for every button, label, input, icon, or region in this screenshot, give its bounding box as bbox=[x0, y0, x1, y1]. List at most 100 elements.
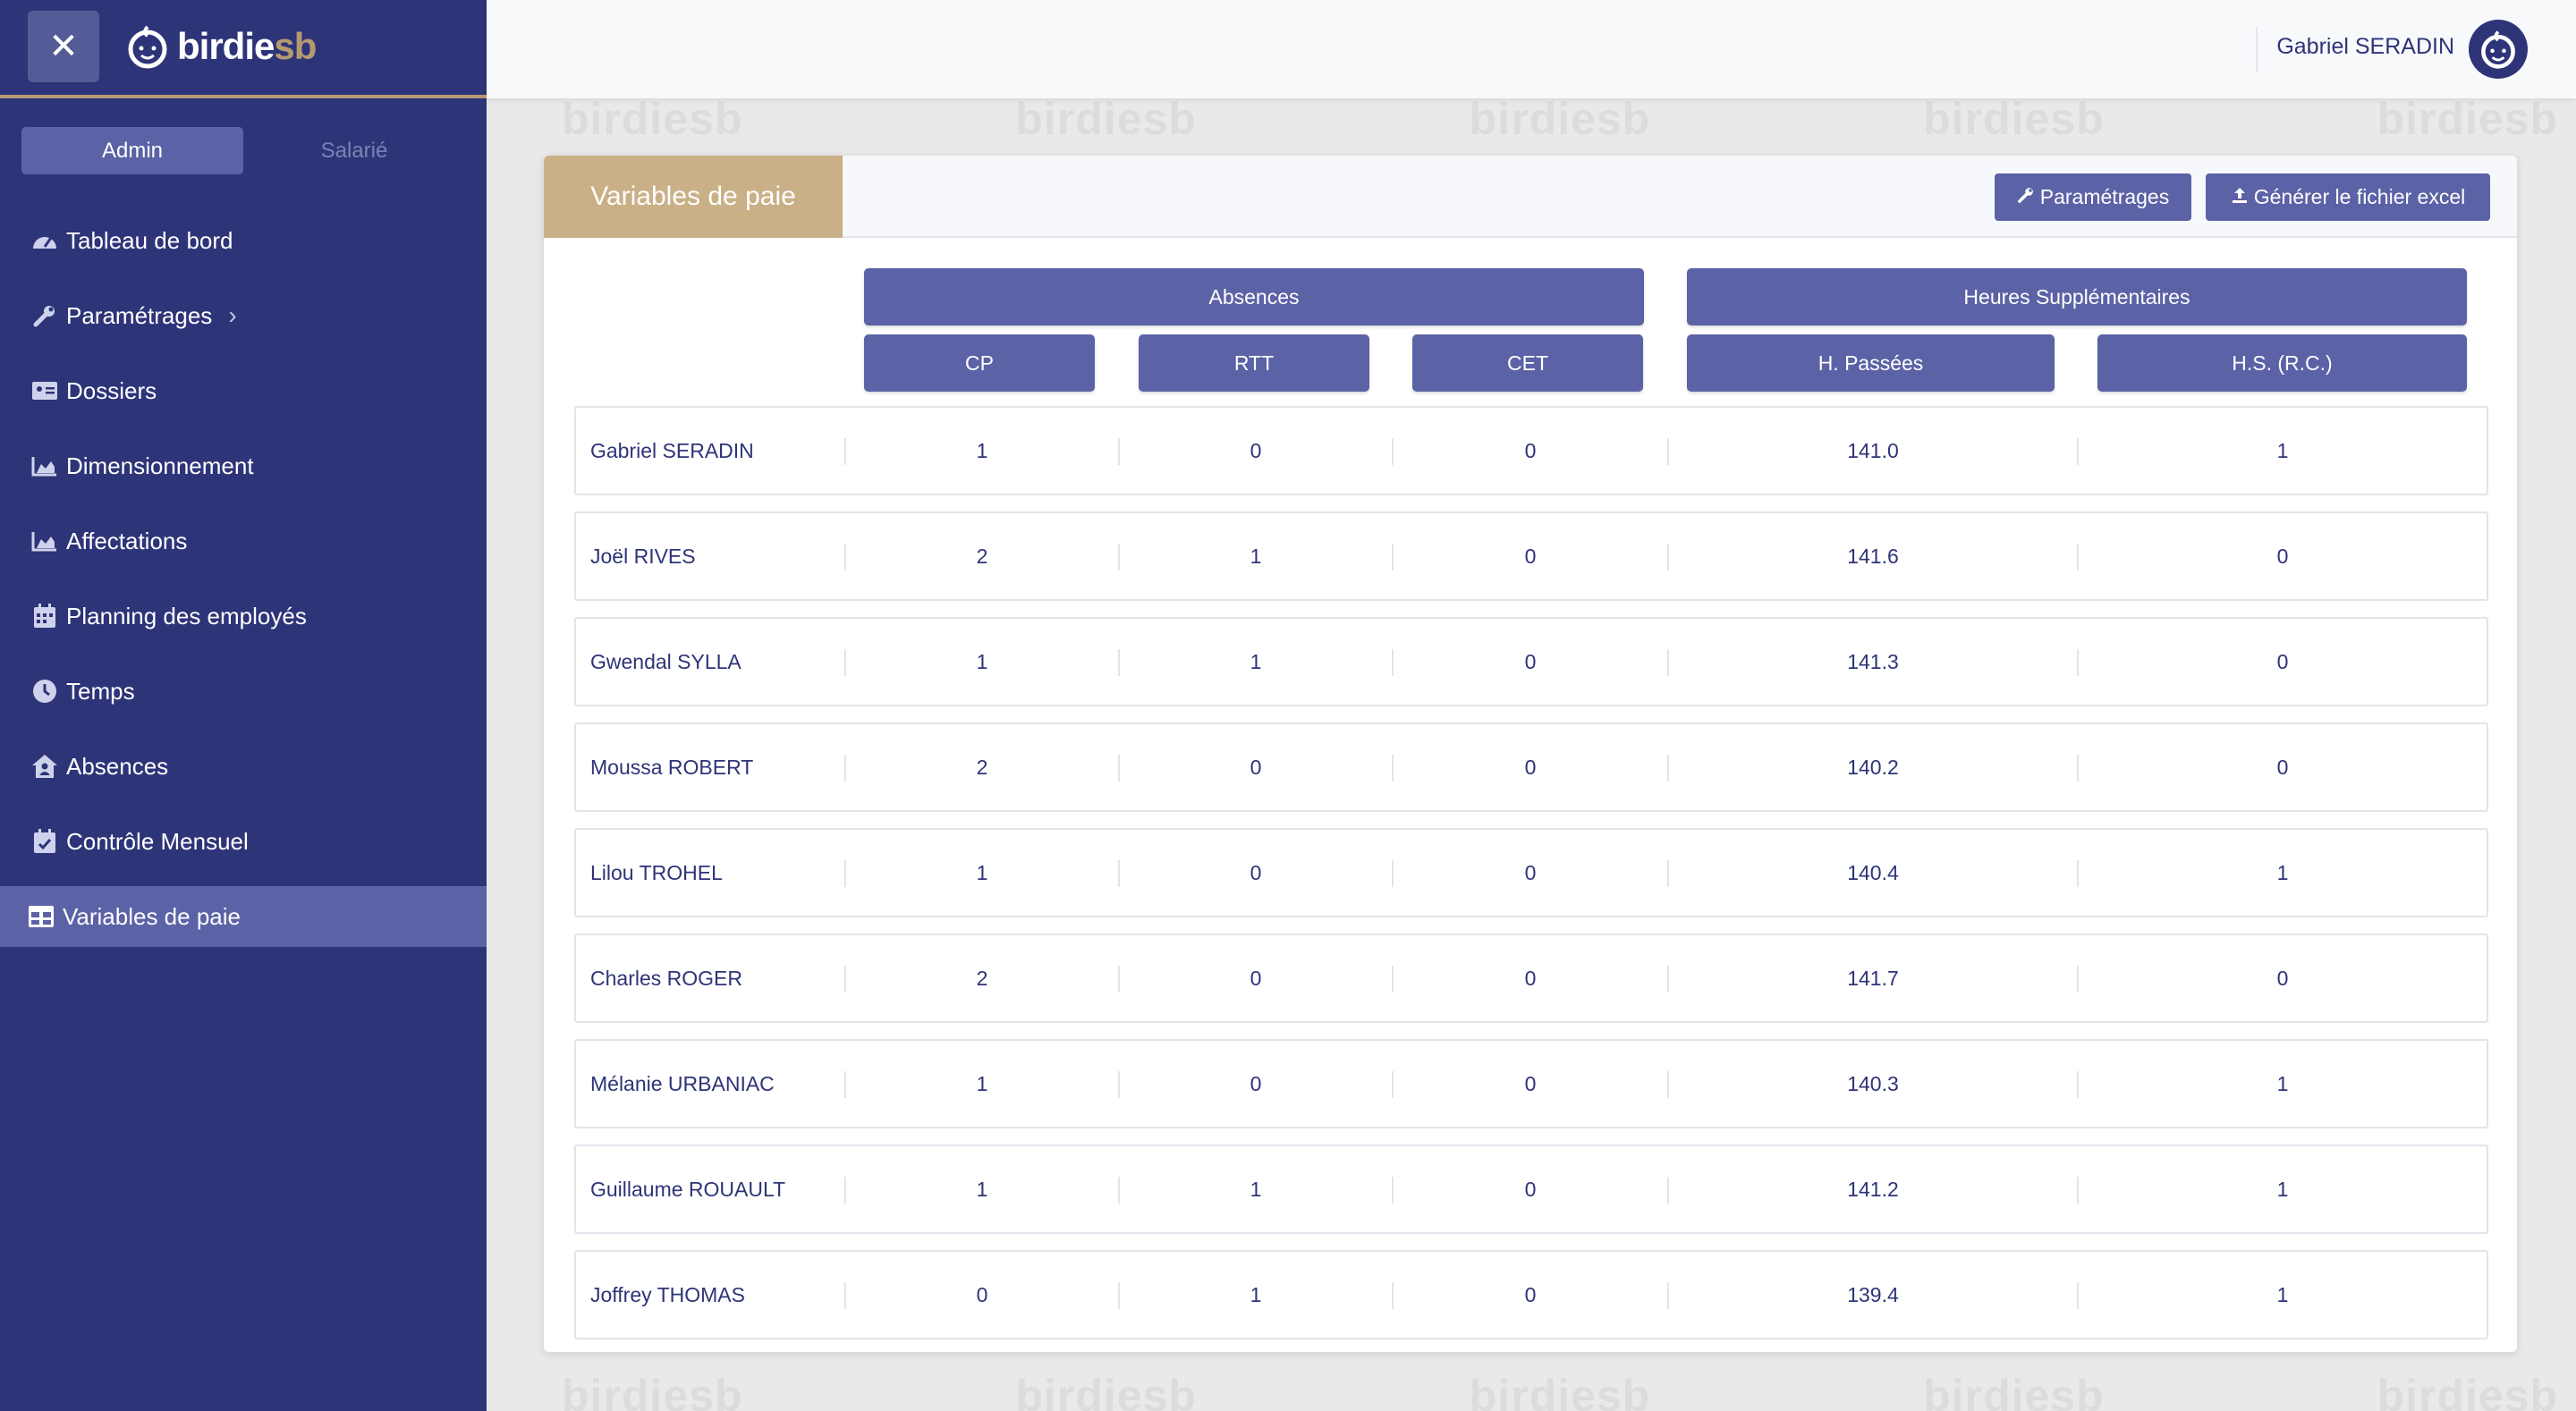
sidebar-item-variables-de-paie[interactable]: Variables de paie bbox=[0, 886, 487, 947]
house-user-icon bbox=[30, 752, 59, 781]
watermark-row: birdiesb birdiesb birdiesb birdiesb bird… bbox=[562, 1371, 2559, 1411]
column-header-h-passees[interactable]: H. Passées bbox=[1687, 334, 2055, 392]
calendar-check-icon bbox=[30, 827, 59, 856]
table-row[interactable]: Moussa ROBERT 2 0 0 140.2 0 bbox=[574, 722, 2488, 812]
cell-rtt: 0 bbox=[1250, 966, 1262, 990]
wrench-icon bbox=[2017, 185, 2035, 209]
cell-h-passees: 141.0 bbox=[1847, 438, 1899, 462]
brand-logo[interactable]: birdiesb bbox=[127, 23, 317, 70]
settings-button[interactable]: Paramétrages bbox=[1995, 173, 2191, 221]
cell-cp: 0 bbox=[976, 1282, 988, 1306]
card-header: Variables de paie Paramétrages Générer l… bbox=[544, 156, 2517, 238]
cell-cp: 1 bbox=[976, 649, 988, 673]
sidebar-item-temps[interactable]: Temps bbox=[0, 661, 487, 722]
table-row[interactable]: Lilou TROHEL 1 0 0 140.4 1 bbox=[574, 828, 2488, 917]
export-button-label: Générer le fichier excel bbox=[2253, 185, 2466, 208]
cell-h-passees: 141.2 bbox=[1847, 1177, 1899, 1201]
sidebar-item-planning[interactable]: Planning des employés bbox=[0, 586, 487, 646]
area-chart-icon bbox=[30, 527, 59, 555]
cell-cet: 0 bbox=[1524, 1282, 1537, 1306]
table-row[interactable]: Gabriel SERADIN 1 0 0 141.0 1 bbox=[574, 406, 2488, 495]
id-card-icon bbox=[30, 376, 59, 405]
cell-cp: 1 bbox=[976, 1071, 988, 1095]
employee-name: Mélanie URBANIAC bbox=[590, 1071, 775, 1095]
cell-rtt: 1 bbox=[1250, 649, 1262, 673]
cell-cp: 1 bbox=[976, 1177, 988, 1201]
baby-face-icon bbox=[128, 25, 167, 69]
group-header-heures-supplementaires: Heures Supplémentaires bbox=[1687, 268, 2467, 325]
cell-rtt: 0 bbox=[1250, 1071, 1262, 1095]
table-row[interactable]: Mélanie URBANIAC 1 0 0 140.3 1 bbox=[574, 1039, 2488, 1128]
sidebar-item-label: Tableau de bord bbox=[66, 226, 233, 254]
sidebar-item-label: Dossiers bbox=[66, 376, 157, 404]
cell-cp: 2 bbox=[976, 755, 988, 779]
sidebar: ✕ birdiesb Admin Salarié Tableau de bord bbox=[0, 0, 487, 1411]
cell-cp: 2 bbox=[976, 966, 988, 990]
table-row[interactable]: Joffrey THOMAS 0 1 0 139.4 1 bbox=[574, 1250, 2488, 1339]
cell-cp: 1 bbox=[976, 860, 988, 884]
user-name[interactable]: Gabriel SERADIN bbox=[2276, 34, 2454, 60]
close-sidebar-button[interactable]: ✕ bbox=[28, 11, 99, 82]
cell-cet: 0 bbox=[1524, 755, 1537, 779]
employee-name: Gabriel SERADIN bbox=[590, 438, 754, 462]
table-row[interactable]: Charles ROGER 2 0 0 141.7 0 bbox=[574, 934, 2488, 1023]
cell-hs-rc: 1 bbox=[2276, 860, 2289, 884]
table-row[interactable]: Gwendal SYLLA 1 1 0 141.3 0 bbox=[574, 617, 2488, 706]
settings-button-label: Paramétrages bbox=[2039, 185, 2170, 208]
sidebar-item-controle-mensuel[interactable]: Contrôle Mensuel bbox=[0, 811, 487, 872]
column-header-hs-rc[interactable]: H.S. (R.C.) bbox=[2097, 334, 2467, 392]
cell-h-passees: 139.4 bbox=[1847, 1282, 1899, 1306]
sidebar-item-label: Variables de paie bbox=[63, 902, 241, 930]
baby-face-icon bbox=[2481, 30, 2515, 69]
cell-cp: 1 bbox=[976, 438, 988, 462]
role-tab-salarie[interactable]: Salarié bbox=[243, 127, 465, 174]
sidebar-item-affectations[interactable]: Affectations bbox=[0, 511, 487, 571]
payroll-variables-card: Variables de paie Paramétrages Générer l… bbox=[544, 156, 2517, 1352]
sidebar-item-tableau-de-bord[interactable]: Tableau de bord bbox=[0, 210, 487, 271]
cell-hs-rc: 1 bbox=[2276, 1071, 2289, 1095]
brand-name: birdiesb bbox=[177, 25, 317, 67]
cell-cet: 0 bbox=[1524, 1071, 1537, 1095]
dashboard-icon bbox=[30, 226, 59, 255]
employee-name: Lilou TROHEL bbox=[590, 860, 723, 884]
group-header-absences: Absences bbox=[864, 268, 1644, 325]
role-tab-admin[interactable]: Admin bbox=[21, 127, 243, 174]
sidebar-item-label: Affectations bbox=[66, 527, 188, 554]
sidebar-item-dossiers[interactable]: Dossiers bbox=[0, 360, 487, 421]
cell-h-passees: 140.4 bbox=[1847, 860, 1899, 884]
cell-hs-rc: 1 bbox=[2276, 1282, 2289, 1306]
cell-cet: 0 bbox=[1524, 860, 1537, 884]
sidebar-item-label: Paramétrages bbox=[66, 301, 213, 329]
cell-h-passees: 141.7 bbox=[1847, 966, 1899, 990]
table-row[interactable]: Guillaume ROUAULT 1 1 0 141.2 1 bbox=[574, 1145, 2488, 1234]
table-row[interactable]: Joël RIVES 2 1 0 141.6 0 bbox=[574, 511, 2488, 601]
table-icon bbox=[27, 902, 55, 931]
employee-name: Gwendal SYLLA bbox=[590, 649, 741, 673]
area-chart-icon bbox=[30, 452, 59, 480]
cell-hs-rc: 0 bbox=[2276, 966, 2289, 990]
cell-rtt: 0 bbox=[1250, 860, 1262, 884]
export-excel-button[interactable]: Générer le fichier excel bbox=[2206, 173, 2490, 221]
sidebar-item-parametrages[interactable]: Paramétrages › bbox=[0, 285, 487, 346]
column-header-cp[interactable]: CP bbox=[864, 334, 1095, 392]
cell-h-passees: 141.6 bbox=[1847, 544, 1899, 568]
header-divider bbox=[2256, 27, 2258, 72]
cell-cp: 2 bbox=[976, 544, 988, 568]
cell-rtt: 0 bbox=[1250, 755, 1262, 779]
avatar[interactable] bbox=[2469, 20, 2528, 79]
cell-hs-rc: 1 bbox=[2276, 1177, 2289, 1201]
cell-hs-rc: 1 bbox=[2276, 438, 2289, 462]
cell-rtt: 1 bbox=[1250, 544, 1262, 568]
column-header-rtt[interactable]: RTT bbox=[1139, 334, 1369, 392]
cell-h-passees: 141.3 bbox=[1847, 649, 1899, 673]
column-header-cet[interactable]: CET bbox=[1412, 334, 1643, 392]
sidebar-item-label: Temps bbox=[66, 677, 135, 705]
employee-name: Charles ROGER bbox=[590, 966, 742, 990]
sidebar-item-dimensionnement[interactable]: Dimensionnement bbox=[0, 435, 487, 496]
cell-cet: 0 bbox=[1524, 966, 1537, 990]
cell-cet: 0 bbox=[1524, 1177, 1537, 1201]
cell-rtt: 1 bbox=[1250, 1282, 1262, 1306]
cell-cet: 0 bbox=[1524, 544, 1537, 568]
sidebar-item-absences[interactable]: Absences bbox=[0, 736, 487, 797]
employee-name: Moussa ROBERT bbox=[590, 755, 754, 779]
